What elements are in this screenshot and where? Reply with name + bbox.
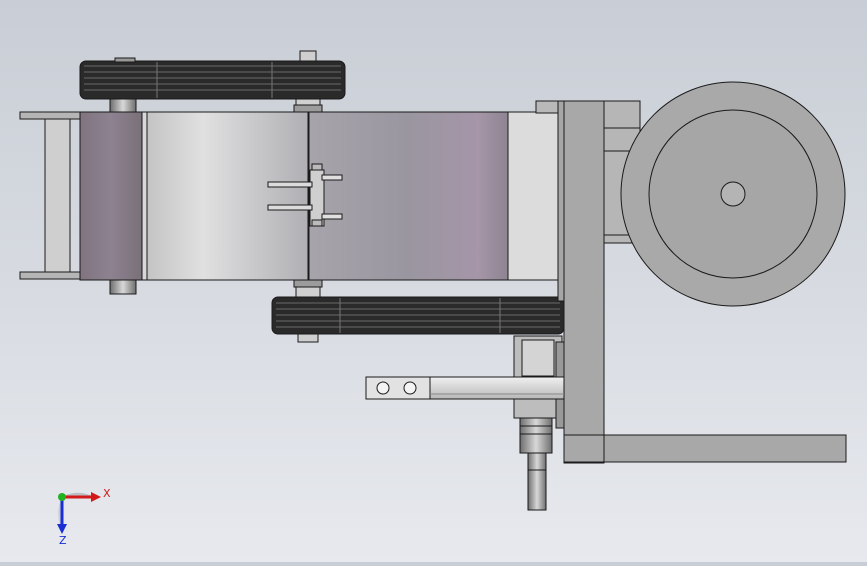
piston-rod bbox=[527, 452, 547, 511]
body-left-section bbox=[146, 111, 309, 281]
x-axis-label: X bbox=[103, 487, 111, 500]
z-axis-label: Z bbox=[59, 534, 67, 547]
bottom-belt bbox=[271, 296, 565, 335]
top-belt bbox=[79, 57, 346, 100]
arm-hole-1 bbox=[376, 381, 390, 395]
body-right-section bbox=[307, 111, 509, 281]
coordinate-triad: X Z bbox=[57, 487, 111, 547]
frame-base-beam bbox=[563, 434, 847, 463]
lower-mechanism bbox=[513, 335, 565, 511]
main-body bbox=[146, 111, 559, 281]
frame-vertical-post bbox=[563, 100, 605, 464]
drum-shaft-top bbox=[109, 98, 137, 113]
arm-hole-2 bbox=[403, 381, 417, 395]
y-axis-dot bbox=[58, 493, 66, 501]
wheel-hub bbox=[720, 181, 746, 207]
cad-viewport[interactable]: X Z bbox=[0, 0, 867, 562]
body-end-plate bbox=[507, 111, 559, 281]
assembly-drawing: X Z bbox=[19, 50, 847, 547]
left-bracket bbox=[19, 111, 81, 280]
motor-wheel bbox=[620, 81, 846, 307]
drum-shaft-bottom bbox=[109, 279, 137, 295]
horizontal-arm bbox=[365, 376, 565, 400]
left-drum bbox=[79, 98, 148, 295]
